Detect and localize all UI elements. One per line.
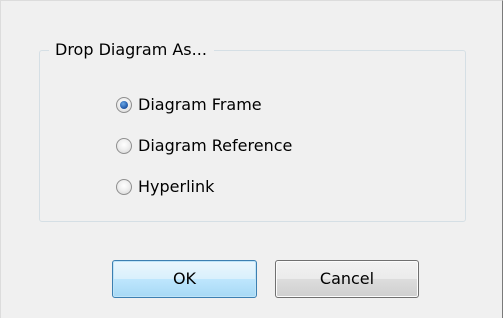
option-label: Hyperlink bbox=[138, 177, 215, 196]
ok-button[interactable]: OK bbox=[112, 260, 257, 298]
radio-unselected-icon[interactable] bbox=[116, 138, 132, 154]
option-hyperlink[interactable]: Hyperlink bbox=[116, 175, 214, 199]
option-label: Diagram Reference bbox=[138, 136, 293, 155]
option-diagram-frame[interactable]: Diagram Frame bbox=[116, 93, 262, 117]
option-label: Diagram Frame bbox=[138, 95, 262, 114]
radio-selected-icon[interactable] bbox=[116, 97, 132, 113]
cancel-button[interactable]: Cancel bbox=[275, 260, 419, 298]
radio-unselected-icon[interactable] bbox=[116, 179, 132, 195]
groupbox-caption: Drop Diagram As... bbox=[49, 38, 214, 62]
drop-diagram-dialog: Drop Diagram As... Diagram Frame Diagram… bbox=[0, 0, 503, 318]
option-diagram-reference[interactable]: Diagram Reference bbox=[116, 134, 292, 158]
